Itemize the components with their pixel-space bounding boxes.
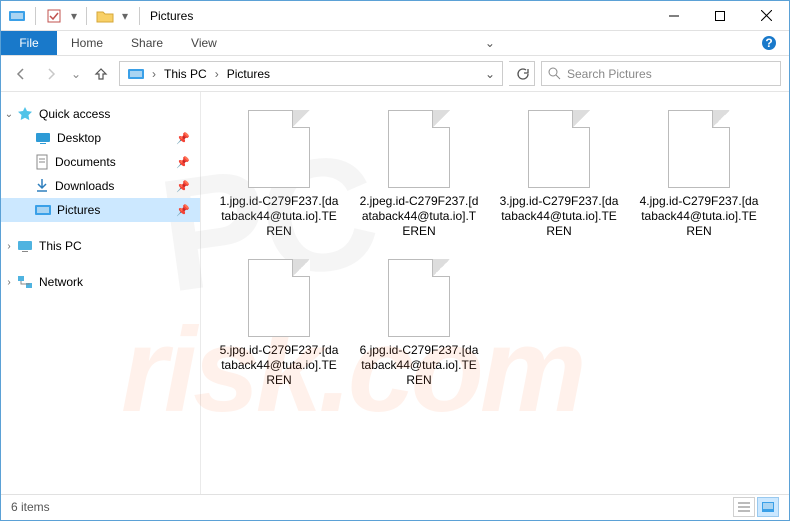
nav-item-label: Desktop [57, 131, 101, 145]
nav-desktop[interactable]: Desktop 📌 [1, 126, 200, 150]
nav-pictures[interactable]: Pictures 📌 [1, 198, 200, 222]
nav-item-label: Documents [55, 155, 116, 169]
view-details-button[interactable] [733, 497, 755, 517]
search-icon [548, 67, 561, 80]
search-input[interactable] [541, 61, 781, 86]
file-item[interactable]: 4.jpg.id-C279F237.[databack44@tuta.io].T… [639, 110, 759, 239]
nav-documents[interactable]: Documents 📌 [1, 150, 200, 174]
nav-network-label: Network [39, 275, 83, 289]
title-bar: ▾ ▾ Pictures [1, 1, 789, 31]
nav-quick-access[interactable]: ⌄ Quick access [1, 102, 200, 126]
document-icon [35, 154, 49, 170]
file-icon [664, 110, 734, 190]
pin-icon: 📌 [176, 180, 190, 193]
ribbon-expand-icon[interactable]: ⌄ [470, 31, 510, 55]
network-icon [17, 275, 33, 289]
file-icon [384, 110, 454, 190]
nav-this-pc[interactable]: › This PC [1, 234, 200, 258]
minimize-button[interactable] [651, 1, 697, 31]
file-icon [244, 259, 314, 339]
body: ⌄ Quick access Desktop 📌 Documents 📌 Dow… [1, 92, 789, 494]
file-name: 3.jpg.id-C279F237.[databack44@tuta.io].T… [499, 194, 619, 239]
maximize-button[interactable] [697, 1, 743, 31]
desktop-icon [35, 131, 51, 145]
folder-icon [93, 5, 117, 27]
file-item[interactable]: 6.jpg.id-C279F237.[databack44@tuta.io].T… [359, 259, 479, 388]
pin-icon: 📌 [176, 132, 190, 145]
pin-icon: 📌 [176, 204, 190, 217]
nav-item-label: Downloads [55, 179, 114, 193]
app-icon[interactable] [5, 5, 29, 27]
search-field[interactable] [567, 67, 774, 81]
tab-file[interactable]: File [1, 31, 57, 55]
chevron-right-icon[interactable]: › [213, 67, 221, 81]
file-icon [244, 110, 314, 190]
nav-pane: ⌄ Quick access Desktop 📌 Documents 📌 Dow… [1, 92, 201, 494]
address-dropdown[interactable]: ⌄ [480, 67, 500, 81]
refresh-button[interactable] [509, 61, 535, 86]
chevron-right-icon[interactable]: › [150, 67, 158, 81]
qat-overflow-dropdown[interactable]: ▾ [119, 5, 131, 27]
chevron-right-icon[interactable]: › [3, 241, 15, 252]
nav-network[interactable]: › Network [1, 270, 200, 294]
svg-text:?: ? [765, 36, 772, 50]
pin-icon: 📌 [176, 156, 190, 169]
back-button[interactable] [9, 62, 33, 86]
address-icon [122, 62, 150, 85]
file-name: 1.jpg.id-C279F237.[databack44@tuta.io].T… [219, 194, 339, 239]
recent-dropdown[interactable]: ⌄ [69, 62, 83, 86]
address-bar[interactable]: › This PC › Pictures ⌄ [119, 61, 503, 86]
chevron-down-icon[interactable]: ⌄ [3, 109, 15, 120]
file-pane[interactable]: 1.jpg.id-C279F237.[databack44@tuta.io].T… [201, 92, 789, 494]
file-icon [384, 259, 454, 339]
nav-item-label: Pictures [57, 203, 100, 217]
window-title: Pictures [144, 9, 193, 23]
file-icon [524, 110, 594, 190]
pictures-icon [35, 203, 51, 217]
properties-button[interactable] [42, 5, 66, 27]
file-item[interactable]: 2.jpeg.id-C279F237.[databack44@tuta.io].… [359, 110, 479, 239]
crumb-current[interactable]: Pictures [221, 62, 276, 85]
tab-home[interactable]: Home [57, 31, 117, 55]
qat-menu-dropdown[interactable]: ▾ [68, 5, 80, 27]
file-item[interactable]: 5.jpg.id-C279F237.[databack44@tuta.io].T… [219, 259, 339, 388]
close-button[interactable] [743, 1, 789, 31]
star-icon [17, 106, 33, 122]
view-icons-button[interactable] [757, 497, 779, 517]
computer-icon [17, 239, 33, 253]
up-button[interactable] [89, 62, 113, 86]
ribbon: File Home Share View ⌄ ? [1, 31, 789, 56]
chevron-right-icon[interactable]: › [3, 277, 15, 288]
help-button[interactable]: ? [749, 31, 789, 55]
quick-access-toolbar: ▾ ▾ [1, 5, 135, 27]
item-count: 6 items [11, 500, 50, 514]
file-name: 5.jpg.id-C279F237.[databack44@tuta.io].T… [219, 343, 339, 388]
file-name: 6.jpg.id-C279F237.[databack44@tuta.io].T… [359, 343, 479, 388]
forward-button[interactable] [39, 62, 63, 86]
address-row: ⌄ › This PC › Pictures ⌄ [1, 56, 789, 92]
file-name: 4.jpg.id-C279F237.[databack44@tuta.io].T… [639, 194, 759, 239]
file-name: 2.jpeg.id-C279F237.[databack44@tuta.io].… [359, 194, 479, 239]
status-bar: 6 items [1, 494, 789, 518]
file-item[interactable]: 1.jpg.id-C279F237.[databack44@tuta.io].T… [219, 110, 339, 239]
download-icon [35, 178, 49, 194]
file-item[interactable]: 3.jpg.id-C279F237.[databack44@tuta.io].T… [499, 110, 619, 239]
tab-share[interactable]: Share [117, 31, 177, 55]
tab-view[interactable]: View [177, 31, 231, 55]
nav-downloads[interactable]: Downloads 📌 [1, 174, 200, 198]
crumb-thispc[interactable]: This PC [158, 62, 213, 85]
nav-thispc-label: This PC [39, 239, 82, 253]
nav-quick-label: Quick access [39, 107, 110, 121]
